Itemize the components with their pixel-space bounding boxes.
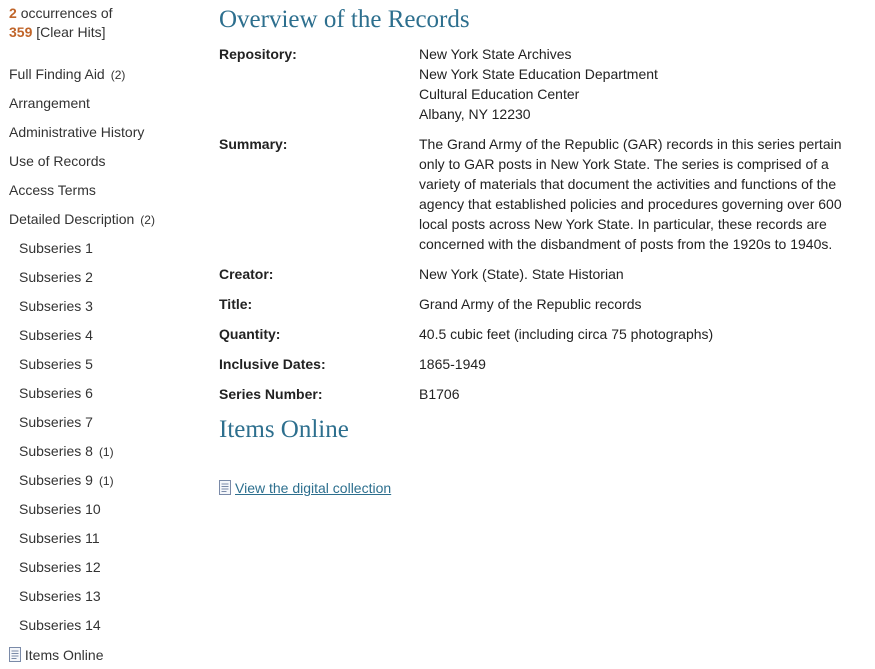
items-online-title: Items Online bbox=[219, 416, 349, 443]
repository-line: New York State Education Department bbox=[419, 66, 658, 82]
sidebar-item-label: Subseries 1 bbox=[19, 240, 93, 256]
sidebar-item-arrangement[interactable]: Arrangement bbox=[9, 93, 90, 113]
sidebar-item-subseries-12[interactable]: Subseries 12 bbox=[19, 557, 101, 577]
hit-count-badge: (2) bbox=[110, 68, 126, 82]
sidebar-item-subseries-14[interactable]: Subseries 14 bbox=[19, 615, 101, 635]
hit-occurrences-text: occurrences of bbox=[20, 5, 113, 21]
sidebar-item-subseries-1[interactable]: Subseries 1 bbox=[19, 238, 93, 258]
sidebar-item-detailed-description[interactable]: Detailed Description (2) bbox=[9, 209, 155, 229]
document-icon bbox=[219, 480, 231, 495]
document-icon bbox=[9, 647, 21, 662]
sidebar-item-items-online[interactable]: Items Online bbox=[9, 645, 103, 665]
sidebar-item-label: Subseries 10 bbox=[19, 501, 101, 517]
sidebar-item-subseries-11[interactable]: Subseries 11 bbox=[19, 528, 100, 548]
sidebar-item-label: Subseries 8 bbox=[19, 443, 93, 459]
dates-value: 1865-1949 bbox=[419, 356, 486, 372]
sidebar-item-subseries-10[interactable]: Subseries 10 bbox=[19, 499, 101, 519]
sidebar-item-subseries-3[interactable]: Subseries 3 bbox=[19, 296, 93, 316]
sidebar-item-label: Subseries 9 bbox=[19, 472, 93, 488]
sidebar-item-label: Subseries 14 bbox=[19, 617, 101, 633]
summary-value: The Grand Army of the Republic (GAR) rec… bbox=[419, 136, 842, 252]
sidebar-item-label: Items Online bbox=[24, 647, 104, 663]
sidebar-item-full-finding-aid[interactable]: Full Finding Aid (2) bbox=[9, 64, 125, 84]
hit-count-badge: (1) bbox=[98, 445, 114, 459]
sidebar-item-subseries-5[interactable]: Subseries 5 bbox=[19, 354, 93, 374]
hit-count-badge: (2) bbox=[140, 213, 155, 227]
sidebar-item-subseries-9[interactable]: Subseries 9 (1) bbox=[19, 470, 114, 490]
clear-hits-link[interactable]: [Clear Hits] bbox=[36, 24, 105, 40]
sidebar-item-label: Administrative History bbox=[9, 124, 145, 140]
sidebar-item-label: Subseries 13 bbox=[19, 588, 101, 604]
sidebar-item-label: Subseries 12 bbox=[19, 559, 101, 575]
repository-line: New York State Archives bbox=[419, 46, 572, 62]
sidebar-item-label: Subseries 2 bbox=[19, 269, 93, 285]
series-number-value: B1706 bbox=[419, 386, 460, 402]
sidebar-item-label: Subseries 11 bbox=[19, 530, 100, 546]
sidebar-item-subseries-4[interactable]: Subseries 4 bbox=[19, 325, 93, 345]
sidebar-item-label: Subseries 4 bbox=[19, 327, 93, 343]
creator-label: Creator: bbox=[219, 266, 274, 282]
sidebar-item-label: Subseries 7 bbox=[19, 414, 93, 430]
sidebar-item-label: Full Finding Aid bbox=[9, 66, 105, 82]
hit-summary: 2 occurrences of 359 [Clear Hits] bbox=[9, 4, 113, 42]
title-value: Grand Army of the Republic records bbox=[419, 296, 642, 312]
sidebar-item-label: Detailed Description bbox=[9, 211, 135, 227]
sidebar-item-subseries-13[interactable]: Subseries 13 bbox=[19, 586, 101, 606]
digital-collection-link-row: View the digital collection bbox=[219, 478, 391, 498]
repository-label: Repository: bbox=[219, 46, 297, 62]
series-number-label: Series Number: bbox=[219, 386, 323, 402]
creator-value: New York (State). State Historian bbox=[419, 266, 624, 282]
sidebar-item-label: Subseries 3 bbox=[19, 298, 93, 314]
sidebar: 2 occurrences of 359 [Clear Hits] Full F… bbox=[0, 0, 205, 669]
hit-count: 2 bbox=[9, 5, 17, 21]
sidebar-item-subseries-8[interactable]: Subseries 8 (1) bbox=[19, 441, 114, 461]
sidebar-item-label: Subseries 6 bbox=[19, 385, 93, 401]
overview-title: Overview of the Records bbox=[219, 6, 470, 33]
sidebar-item-use-of-records[interactable]: Use of Records bbox=[9, 151, 105, 171]
repository-value: New York State Archives New York State E… bbox=[419, 44, 869, 124]
dates-label: Inclusive Dates: bbox=[219, 356, 326, 372]
sidebar-item-subseries-2[interactable]: Subseries 2 bbox=[19, 267, 93, 287]
title-label: Title: bbox=[219, 296, 253, 312]
sidebar-item-label: Access Terms bbox=[9, 182, 96, 198]
view-digital-collection-link[interactable]: View the digital collection bbox=[235, 480, 391, 496]
summary-label: Summary: bbox=[219, 136, 288, 152]
sidebar-item-administrative-history[interactable]: Administrative History bbox=[9, 122, 144, 142]
hit-total: 359 bbox=[9, 24, 33, 40]
sidebar-item-label: Use of Records bbox=[9, 153, 106, 169]
sidebar-item-subseries-6[interactable]: Subseries 6 bbox=[19, 383, 93, 403]
sidebar-item-access-terms[interactable]: Access Terms bbox=[9, 180, 96, 200]
sidebar-item-label: Subseries 5 bbox=[19, 356, 93, 372]
repository-line: Albany, NY 12230 bbox=[419, 106, 531, 122]
sidebar-item-label: Arrangement bbox=[9, 95, 90, 111]
hit-count-badge: (1) bbox=[98, 474, 114, 488]
repository-line: Cultural Education Center bbox=[419, 86, 580, 102]
sidebar-item-subseries-7[interactable]: Subseries 7 bbox=[19, 412, 93, 432]
quantity-label: Quantity: bbox=[219, 326, 281, 342]
quantity-value: 40.5 cubic feet (including circa 75 phot… bbox=[419, 326, 714, 342]
